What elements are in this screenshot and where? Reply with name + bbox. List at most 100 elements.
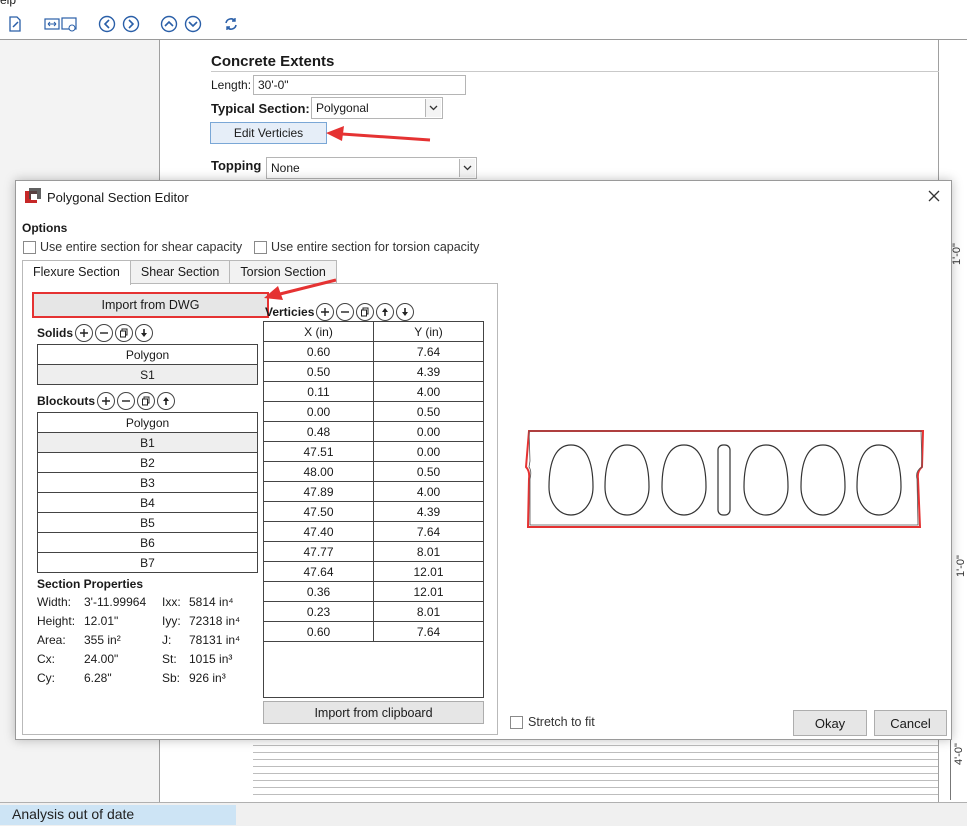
remove-icon[interactable] [117, 392, 136, 410]
shear-capacity-checkbox[interactable] [23, 240, 36, 254]
up-icon[interactable] [160, 15, 178, 33]
table-row[interactable]: B1 [37, 432, 258, 453]
vertex-x-cell[interactable]: 0.00 [263, 401, 374, 422]
table-row[interactable]: 47.77 8.01 [263, 541, 484, 562]
vertex-x-cell[interactable]: 47.89 [263, 481, 374, 502]
torsion-capacity-option[interactable]: Use entire section for torsion capacity [254, 240, 479, 254]
solids-table: Polygon S1 [37, 344, 258, 385]
table-row[interactable]: 0.11 4.00 [263, 381, 484, 402]
add-icon[interactable] [97, 392, 116, 410]
vertex-x-cell[interactable]: 0.60 [263, 621, 374, 642]
edit-verticies-button[interactable]: Edit Verticies [210, 122, 327, 144]
table-row[interactable]: 47.64 12.01 [263, 561, 484, 582]
vertex-y-cell[interactable]: 4.00 [373, 381, 484, 402]
vertex-x-cell[interactable]: 47.50 [263, 501, 374, 522]
vertex-y-cell[interactable]: 7.64 [373, 621, 484, 642]
table-row[interactable]: 0.60 7.64 [263, 341, 484, 362]
stretch-to-fit-checkbox[interactable] [510, 715, 523, 729]
new-file-icon[interactable] [6, 15, 24, 33]
table-row[interactable]: 0.23 8.01 [263, 601, 484, 622]
table-row[interactable]: 0.00 0.50 [263, 401, 484, 422]
vertex-x-cell[interactable]: 48.00 [263, 461, 374, 482]
table-row[interactable]: 0.50 4.39 [263, 361, 484, 382]
table-row[interactable]: S1 [37, 364, 258, 385]
import-from-dwg-button[interactable]: Import from DWG [32, 292, 269, 318]
vertex-x-cell[interactable]: 0.50 [263, 361, 374, 382]
solids-label: Solids [37, 326, 74, 340]
move-down-icon[interactable] [396, 303, 415, 321]
table-row[interactable]: B4 [37, 492, 258, 513]
tab-shear-section[interactable]: Shear Section [129, 260, 231, 283]
table-row[interactable]: B5 [37, 512, 258, 533]
chevron-down-icon[interactable] [459, 159, 475, 177]
vertex-x-cell[interactable]: 47.77 [263, 541, 374, 562]
table-row[interactable]: 47.89 4.00 [263, 481, 484, 502]
add-icon[interactable] [316, 303, 335, 321]
table-row[interactable]: 47.50 4.39 [263, 501, 484, 522]
remove-icon[interactable] [95, 324, 114, 342]
vertex-y-cell[interactable]: 12.01 [373, 561, 484, 582]
copy-icon[interactable] [356, 303, 375, 321]
vertex-y-cell[interactable]: 7.64 [373, 521, 484, 542]
okay-button[interactable]: Okay [793, 710, 867, 736]
tab-flexure-section[interactable]: Flexure Section [22, 260, 131, 285]
vertex-x-cell[interactable]: 0.23 [263, 601, 374, 622]
cancel-button[interactable]: Cancel [874, 710, 947, 736]
table-row[interactable]: 48.00 0.50 [263, 461, 484, 482]
move-up-icon[interactable] [157, 392, 176, 410]
vertex-y-cell[interactable]: 0.00 [373, 441, 484, 462]
typical-section-select[interactable]: Polygonal [311, 97, 443, 119]
vertex-y-cell[interactable]: 8.01 [373, 541, 484, 562]
table-row[interactable]: 0.36 12.01 [263, 581, 484, 602]
vertex-y-cell[interactable]: 4.00 [373, 481, 484, 502]
sb-label: Sb: [162, 671, 181, 685]
remove-icon[interactable] [336, 303, 355, 321]
vertex-x-cell[interactable]: 47.40 [263, 521, 374, 542]
dialog-titlebar[interactable]: Polygonal Section Editor [16, 181, 951, 213]
import-from-clipboard-button[interactable]: Import from clipboard [263, 701, 484, 724]
vertex-y-cell[interactable]: 4.39 [373, 501, 484, 522]
chevron-down-icon[interactable] [425, 99, 441, 117]
vertex-y-cell[interactable]: 0.00 [373, 421, 484, 442]
table-row[interactable]: 0.48 0.00 [263, 421, 484, 442]
refresh-icon[interactable] [222, 15, 240, 33]
vertex-y-cell[interactable]: 4.39 [373, 361, 484, 382]
torsion-capacity-checkbox[interactable] [254, 240, 267, 254]
tab-torsion-section[interactable]: Torsion Section [229, 260, 337, 283]
stretch-view-icon[interactable] [44, 15, 78, 33]
help-menu-fragment[interactable]: elp [0, 0, 16, 7]
stretch-to-fit-option[interactable]: Stretch to fit [510, 715, 595, 729]
verticies-grid[interactable]: X (in) Y (in) 0.60 7.64 0.50 4.39 0.11 4.00 0.00… [263, 321, 484, 698]
copy-icon[interactable] [137, 392, 156, 410]
move-down-icon[interactable] [135, 324, 154, 342]
move-up-icon[interactable] [376, 303, 395, 321]
vertex-y-cell[interactable]: 0.50 [373, 461, 484, 482]
forward-icon[interactable] [122, 15, 140, 33]
table-row[interactable]: 47.40 7.64 [263, 521, 484, 542]
topping-select[interactable]: None [266, 157, 477, 179]
vertex-y-cell[interactable]: 8.01 [373, 601, 484, 622]
down-icon[interactable] [184, 15, 202, 33]
length-input[interactable]: 30'-0" [253, 75, 466, 95]
vertex-x-cell[interactable]: 47.64 [263, 561, 374, 582]
close-icon[interactable] [925, 187, 943, 205]
st-label: St: [162, 652, 177, 666]
vertex-y-cell[interactable]: 0.50 [373, 401, 484, 422]
table-row[interactable]: B2 [37, 452, 258, 473]
vertex-y-cell[interactable]: 7.64 [373, 341, 484, 362]
vertex-x-cell[interactable]: 0.11 [263, 381, 374, 402]
copy-icon[interactable] [115, 324, 134, 342]
table-row[interactable]: 47.51 0.00 [263, 441, 484, 462]
back-icon[interactable] [98, 15, 116, 33]
vertex-y-cell[interactable]: 12.01 [373, 581, 484, 602]
vertex-x-cell[interactable]: 0.48 [263, 421, 374, 442]
vertex-x-cell[interactable]: 0.60 [263, 341, 374, 362]
table-row[interactable]: B6 [37, 532, 258, 553]
table-row[interactable]: 0.60 7.64 [263, 621, 484, 642]
vertex-x-cell[interactable]: 0.36 [263, 581, 374, 602]
vertex-x-cell[interactable]: 47.51 [263, 441, 374, 462]
table-row[interactable]: B7 [37, 552, 258, 573]
table-row[interactable]: B3 [37, 472, 258, 493]
shear-capacity-option[interactable]: Use entire section for shear capacity [23, 240, 242, 254]
add-icon[interactable] [75, 324, 94, 342]
